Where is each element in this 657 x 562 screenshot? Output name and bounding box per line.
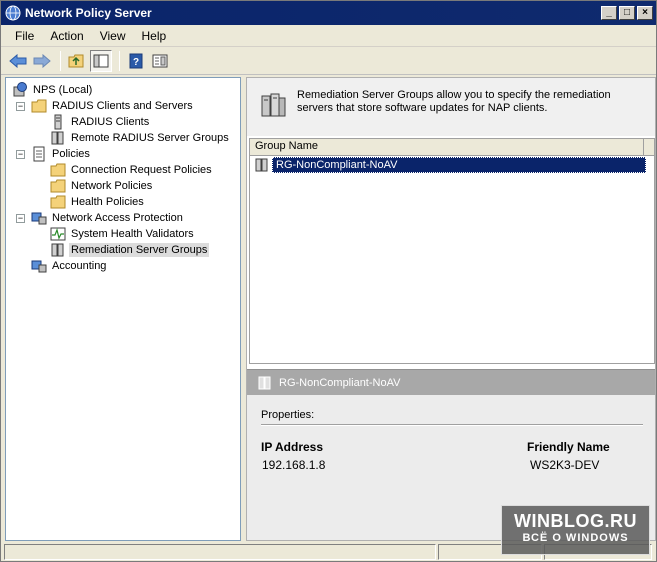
folder-icon (50, 162, 66, 178)
tree-item-radius-clients[interactable]: RADIUS Clients (50, 114, 151, 130)
list-item[interactable]: RG-NonCompliant-NoAV (254, 157, 646, 173)
friendly-name-value: WS2K3-DEV (530, 458, 600, 472)
tree-label: Policies (52, 148, 90, 160)
tree-item-health-policies[interactable]: Health Policies (50, 194, 146, 210)
tree-label: Health Policies (71, 196, 144, 208)
tree-item-accounting[interactable]: Accounting (31, 258, 108, 274)
status-panel-main (4, 544, 436, 560)
nps-server-icon (12, 82, 28, 98)
watermark-sub-text: ВСЁ О WINDOWS (522, 532, 629, 544)
accounting-icon (31, 258, 47, 274)
nps-app-icon (5, 5, 21, 21)
app-window: Network Policy Server _ □ × File Action … (0, 0, 657, 562)
menu-action[interactable]: Action (42, 29, 91, 43)
tree-label: RADIUS Clients (71, 116, 150, 128)
nap-icon (31, 210, 47, 226)
svg-text:?: ? (133, 57, 139, 68)
properties-divider (261, 424, 643, 426)
tree-item-nps-local[interactable]: NPS (Local) (12, 82, 94, 98)
health-validator-icon (50, 226, 66, 242)
tree-label: Network Access Protection (52, 212, 183, 224)
minimize-button[interactable]: _ (601, 6, 617, 20)
server-group-icon (259, 90, 287, 118)
back-arrow-icon[interactable] (7, 50, 29, 72)
list-header: Group Name (250, 139, 654, 156)
maximize-button[interactable]: □ (619, 6, 635, 20)
ip-address-header: IP Address (261, 440, 324, 454)
tree-label: Network Policies (71, 180, 153, 192)
description-text: Remediation Server Groups allow you to s… (297, 89, 611, 114)
watermark-main-text: WINBLOG.RU (514, 511, 637, 531)
show-hide-tree-icon[interactable] (90, 49, 112, 72)
tree-item-policies[interactable]: Policies (31, 146, 92, 162)
help-icon[interactable]: ? (125, 50, 147, 72)
tree-item-connection-request-policies[interactable]: Connection Request Policies (50, 162, 214, 178)
watermark-logo: WINBLOG.RU ВСЁ О WINDOWS (501, 505, 650, 555)
group-name-cell[interactable]: RG-NonCompliant-NoAV (272, 157, 646, 173)
details-pane: Remediation Server Groups allow you to s… (246, 77, 656, 541)
tree-label: Remediation Server Groups (69, 243, 210, 257)
tree-item-network-access-protection[interactable]: Network Access Protection (31, 210, 185, 226)
tree-label: System Health Validators (71, 228, 194, 240)
menu-help[interactable]: Help (134, 29, 175, 43)
tree-collapse-toggle[interactable]: − (16, 214, 25, 223)
server-group-icon (257, 375, 273, 391)
tree-label: Accounting (52, 260, 107, 272)
tree-item-network-policies[interactable]: Network Policies (50, 178, 154, 194)
title-bar[interactable]: Network Policy Server _ □ × (1, 1, 656, 25)
console-tree[interactable]: NPS (Local) − RADIUS Clients and Servers… (5, 77, 241, 541)
properties-label: Properties: (261, 409, 315, 421)
tree-item-remote-radius-groups[interactable]: Remote RADIUS Server Groups (50, 130, 231, 146)
folder-icon (31, 98, 47, 114)
detail-title: RG-NonCompliant-NoAV (279, 376, 401, 389)
folder-icon (50, 178, 66, 194)
server-icon (50, 114, 66, 130)
server-group-icon (50, 130, 66, 146)
toolbar-separator (119, 50, 120, 71)
policies-icon (31, 146, 47, 162)
server-group-icon (254, 157, 270, 173)
description-banner: Remediation Server Groups allow you to s… (247, 78, 655, 136)
menu-bar: File Action View Help (1, 25, 656, 47)
toolbar-separator (60, 50, 61, 71)
tree-label: Remote RADIUS Server Groups (71, 132, 229, 144)
tree-item-radius-clients-servers[interactable]: RADIUS Clients and Servers (31, 98, 195, 114)
window-title: Network Policy Server (25, 6, 152, 20)
menu-file[interactable]: File (7, 29, 42, 43)
tree-collapse-toggle[interactable]: − (16, 102, 25, 111)
folder-icon (50, 194, 66, 210)
group-list[interactable]: Group Name RG-NonCompliant-NoAV (249, 138, 655, 364)
close-button[interactable]: × (637, 6, 653, 20)
ip-address-value: 192.168.1.8 (262, 458, 326, 472)
server-group-icon (50, 242, 66, 258)
tree-label: RADIUS Clients and Servers (52, 100, 193, 112)
toolbar: ? (1, 47, 656, 75)
forward-arrow-icon[interactable] (31, 50, 53, 72)
up-folder-icon[interactable] (66, 50, 88, 72)
tree-collapse-toggle[interactable]: − (16, 150, 25, 159)
column-header-group-name[interactable]: Group Name (250, 139, 644, 156)
tree-item-remediation-server-groups[interactable]: Remediation Server Groups (50, 242, 210, 258)
properties-pane-icon[interactable] (149, 50, 171, 72)
menu-view[interactable]: View (92, 29, 134, 43)
tree-label: NPS (Local) (33, 84, 93, 96)
tree-label: Connection Request Policies (71, 164, 212, 176)
detail-header: RG-NonCompliant-NoAV (247, 369, 655, 395)
friendly-name-header: Friendly Name (527, 440, 610, 454)
tree-item-system-health-validators[interactable]: System Health Validators (50, 226, 196, 242)
